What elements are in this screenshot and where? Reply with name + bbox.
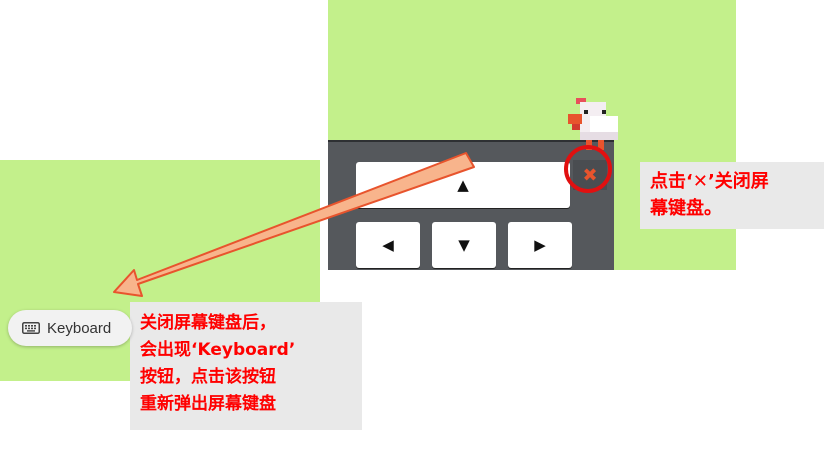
keyboard-button[interactable]: Keyboard bbox=[8, 310, 132, 346]
right-arrow-icon: ▶ bbox=[534, 236, 546, 254]
reopen-hint-line4: 重新弹出屏幕键盘 bbox=[140, 394, 276, 414]
reopen-hint-line3: 按钮，点击该按钮 bbox=[140, 367, 276, 387]
left-arrow-icon: ◀ bbox=[382, 236, 394, 254]
close-hint-line1: 点击‘✕’关闭屏 bbox=[650, 171, 769, 192]
down-arrow-key[interactable]: ▼ bbox=[432, 222, 496, 268]
close-button-highlight-circle bbox=[564, 145, 612, 193]
right-arrow-key[interactable]: ▶ bbox=[508, 222, 572, 268]
keyboard-icon bbox=[22, 322, 40, 334]
x-mark-icon: ✕ bbox=[692, 171, 708, 192]
down-arrow-icon: ▼ bbox=[458, 236, 470, 254]
close-hint-line2: 幕键盘。 bbox=[650, 198, 722, 219]
reopen-hint-callout: 关闭屏幕键盘后， 会出现‘Keyboard’ 按钮，点击该按钮 重新弹出屏幕键盘 bbox=[130, 302, 362, 430]
reopen-hint-line2: 会出现‘Keyboard’ bbox=[140, 340, 296, 360]
close-hint-callout: 点击‘✕’关闭屏 幕键盘。 bbox=[640, 162, 824, 229]
up-arrow-icon: ▲ bbox=[457, 176, 469, 194]
keyboard-button-label: Keyboard bbox=[47, 319, 112, 337]
left-arrow-key[interactable]: ◀ bbox=[356, 222, 420, 268]
reopen-hint-line1: 关闭屏幕键盘后， bbox=[140, 313, 276, 333]
up-arrow-key[interactable]: ▲ bbox=[356, 162, 570, 208]
